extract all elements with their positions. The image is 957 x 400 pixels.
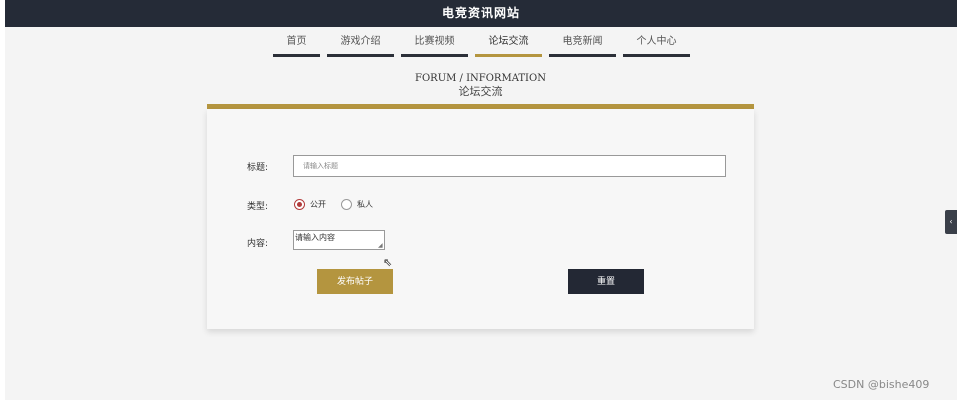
resize-grip-icon[interactable]: ◢	[378, 243, 383, 249]
nav-item-forum[interactable]: 论坛交流	[475, 35, 542, 57]
reset-button[interactable]: 重置	[568, 269, 644, 294]
title-input[interactable]: 请输入标题	[293, 155, 726, 177]
watermark: CSDN @bishe409	[833, 378, 930, 391]
radio-private-label[interactable]: 私人	[357, 199, 373, 210]
nav-item-home[interactable]: 首页	[273, 35, 320, 57]
content-label: 内容:	[247, 239, 269, 249]
publish-post-button[interactable]: 发布帖子	[317, 269, 393, 294]
mouse-cursor-icon: ⇖	[383, 256, 393, 269]
nav-item-game-intro[interactable]: 游戏介绍	[327, 35, 394, 57]
title-label: 标题:	[247, 163, 269, 173]
nav-item-match-videos[interactable]: 比赛视频	[401, 35, 468, 57]
content-textarea[interactable]: 请输入内容	[293, 230, 385, 250]
radio-private[interactable]	[341, 199, 352, 210]
section-heading: FORUM / INFORMATION 论坛交流	[207, 73, 754, 99]
radio-public-label[interactable]: 公开	[310, 199, 326, 210]
nav-item-esports-news[interactable]: 电竞新闻	[549, 35, 616, 57]
site-title: 电竞资讯网站	[441, 6, 520, 20]
post-form-card	[207, 109, 754, 329]
type-radio-group: 公开 私人	[294, 199, 388, 210]
radio-public[interactable]	[294, 199, 305, 210]
site-title-bar: 电竞资讯网站	[5, 0, 957, 27]
side-panel-toggle[interactable]: ‹	[945, 210, 957, 234]
section-heading-en: FORUM / INFORMATION	[415, 73, 546, 84]
section-heading-cn: 论坛交流	[458, 85, 503, 98]
main-nav: 首页 游戏介绍 比赛视频 论坛交流 电竞新闻 个人中心	[273, 35, 697, 57]
nav-item-personal-center[interactable]: 个人中心	[623, 35, 690, 57]
type-label: 类型:	[247, 202, 269, 212]
chevron-left-icon: ‹	[949, 217, 953, 226]
